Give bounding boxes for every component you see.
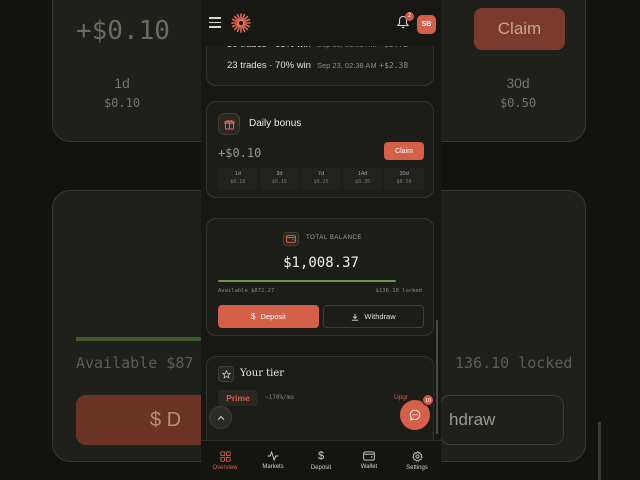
chevron-up-icon	[217, 415, 224, 420]
gear-icon	[411, 450, 423, 462]
bonus-period: 1d $0.10	[218, 168, 258, 190]
withdraw-button[interactable]: Withdraw	[323, 305, 424, 328]
screen: +$0.10 Claim 1d $0.10 30d $0.50 Availabl…	[0, 0, 640, 480]
backdrop-period-label: 30d	[506, 75, 530, 91]
grid-icon	[219, 450, 231, 462]
withdraw-label: Withdraw	[364, 312, 396, 321]
backdrop-progress-bar	[76, 337, 216, 341]
nav-label: Overview	[212, 464, 238, 471]
nav-item-deposit[interactable]: $ Deposit	[297, 441, 345, 480]
tier-title: Your tier	[240, 368, 285, 379]
bonus-period: 7d $0.25	[301, 168, 341, 190]
bonus-amount: +$0.10	[218, 146, 262, 160]
available-balance: Available $872.27	[218, 288, 275, 294]
backdrop-claim-button: Claim	[474, 8, 565, 50]
activity-icon	[267, 451, 279, 461]
phone-viewport: 30 trades · 65% winSep 23, 03:03 AM +$2.…	[201, 0, 441, 480]
bonus-period: 14d $0.35	[342, 168, 383, 190]
avatar[interactable]: SB	[417, 15, 436, 34]
notification-badge: 2	[405, 12, 414, 21]
chat-button[interactable]: 10	[400, 394, 434, 430]
download-icon	[352, 313, 359, 321]
backdrop-period-value: $0.50	[499, 96, 537, 110]
bonus-period: 3d $0.15	[259, 168, 300, 190]
total-balance-card: TOTAL BALANCE $1,008.37 Available $872.2…	[206, 218, 434, 336]
scrollbar-thumb[interactable]	[436, 320, 438, 434]
top-bar: 2 SB	[201, 0, 441, 46]
backdrop-withdraw-button: hdraw	[440, 395, 564, 445]
dollar-icon: $	[317, 449, 325, 462]
chat-icon	[409, 409, 421, 421]
gift-icon	[218, 113, 240, 135]
backdrop-period-value: $0.10	[103, 96, 141, 110]
trade-row: 23 trades · 70% win Sep 23, 02:38 AM +$2.…	[227, 60, 409, 71]
backdrop-period-label: 1d	[114, 75, 130, 91]
nav-label: Markets	[262, 464, 284, 470]
tier-rate: ~170%/mo	[265, 394, 294, 401]
notifications-button[interactable]: 2	[396, 12, 414, 31]
upgrade-link[interactable]: Upgr	[394, 394, 408, 401]
nav-label: Wallet	[360, 464, 378, 470]
dollar-icon: $	[251, 312, 256, 321]
tier-badge: Prime	[218, 390, 258, 406]
backdrop-available: Available $87	[76, 354, 194, 372]
total-balance-label: TOTAL BALANCE	[306, 235, 363, 241]
deposit-label: Deposit	[260, 312, 286, 321]
backdrop-locked: 136.10 locked	[455, 354, 573, 372]
claim-button[interactable]: Claim	[384, 142, 424, 160]
backdrop-bonus-amount: +$0.10	[76, 16, 170, 46]
daily-bonus-title: Daily bonus	[249, 118, 302, 129]
backdrop-deposit-button: $ D	[76, 395, 216, 445]
backdrop-scrollbar	[598, 422, 601, 480]
nav-item-settings[interactable]: Settings	[393, 441, 441, 480]
nav-item-overview[interactable]: Overview	[201, 441, 249, 480]
nav-item-markets[interactable]: Markets	[249, 441, 297, 480]
nav-label: Deposit	[310, 464, 332, 471]
bottom-nav: Overview Markets $ Deposit Wallet Settin…	[201, 440, 441, 480]
scroll-top-button[interactable]	[209, 406, 232, 429]
wallet-icon	[283, 232, 299, 246]
wallet-icon	[363, 451, 375, 461]
bonus-periods: 1d $0.10 3d $0.15 7d $0.25 14d $0.35 30d $0.5…	[218, 168, 424, 190]
deposit-button[interactable]: $ Deposit	[218, 305, 319, 328]
nav-label: Settings	[406, 464, 428, 471]
total-balance-amount: $1,008.37	[283, 255, 359, 271]
nav-item-wallet[interactable]: Wallet	[345, 441, 393, 480]
available-progress-bar	[218, 280, 396, 282]
locked-balance: $136.10 locked	[375, 288, 422, 294]
bonus-period: 30d $0.50	[384, 168, 424, 190]
menu-icon[interactable]	[209, 17, 221, 28]
chat-badge: 10	[422, 394, 434, 406]
star-icon	[218, 366, 234, 382]
sunburst-logo-icon[interactable]	[230, 12, 252, 34]
daily-bonus-card: Daily bonus +$0.10 Claim 1d $0.10 3d $0.15…	[206, 101, 434, 198]
